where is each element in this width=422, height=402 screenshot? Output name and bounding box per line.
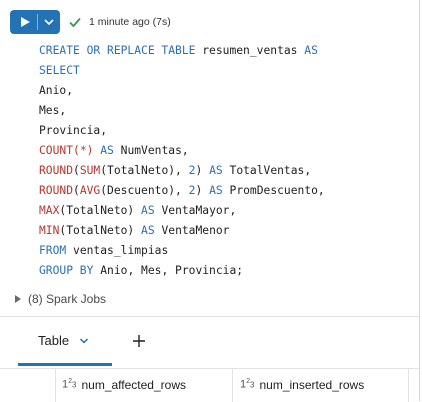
column-divider [55,369,56,402]
code-line-3: Anio, [39,84,74,97]
check-icon [69,17,81,28]
code-line-10: MIN(TotalNeto) AS VentaMenor [39,224,230,237]
results-table-header: 123 num_affected_rows 123 num_inserted_r… [0,368,420,402]
tab-table[interactable]: Table [18,318,112,366]
run-button-divider [37,14,38,30]
code-line-8: ROUND(AVG(Descuento), 2) AS PromDescuent… [39,184,325,197]
output-divider [0,316,420,317]
code-line-1: CREATE OR REPLACE TABLE resumen_ventas A… [39,44,318,57]
caret-right-icon [15,295,21,303]
code-line-12: GROUP BY Anio, Mes, Provincia; [39,264,244,277]
code-line-4: Mes, [39,104,67,117]
integer-type-icon: 123 [62,377,77,391]
column-header-label: num_inserted_rows [259,378,365,392]
column-header-label: num_affected_rows [81,378,186,392]
play-icon [21,17,30,27]
notebook-cell: 1 minute ago (7s) CREATE OR REPLACE TABL… [0,0,420,402]
integer-type-icon: 123 [240,377,255,391]
column-header-num-inserted-rows[interactable]: 123 num_inserted_rows [240,369,364,401]
column-header-num-affected-rows[interactable]: 123 num_affected_rows [62,369,186,401]
column-divider [408,369,409,402]
cell-toolbar: 1 minute ago (7s) [10,10,171,34]
code-line-5: Provincia, [39,124,108,137]
code-line-9: MAX(TotalNeto) AS VentaMayor, [39,204,237,217]
code-line-7: ROUND(SUM(TotalNeto), 2) AS TotalVentas, [39,164,312,177]
code-line-6: COUNT(*) AS NumVentas, [39,144,189,157]
code-line-11: FROM ventas_limpias [39,244,169,257]
code-editor[interactable]: CREATE OR REPLACE TABLE resumen_ventas A… [39,41,325,281]
tab-table-label: Table [38,333,70,348]
spark-jobs-label: (8) Spark Jobs [28,292,107,306]
chevron-down-icon[interactable] [79,336,89,346]
run-cell-button[interactable] [10,10,60,34]
execution-status-text: 1 minute ago (7s) [89,16,171,28]
add-visualization-plus-icon[interactable] [131,333,147,349]
chevron-down-icon[interactable] [42,15,56,29]
spark-jobs-toggle[interactable]: (8) Spark Jobs [14,292,106,306]
code-line-2: SELECT [39,64,80,77]
column-divider [232,369,233,402]
